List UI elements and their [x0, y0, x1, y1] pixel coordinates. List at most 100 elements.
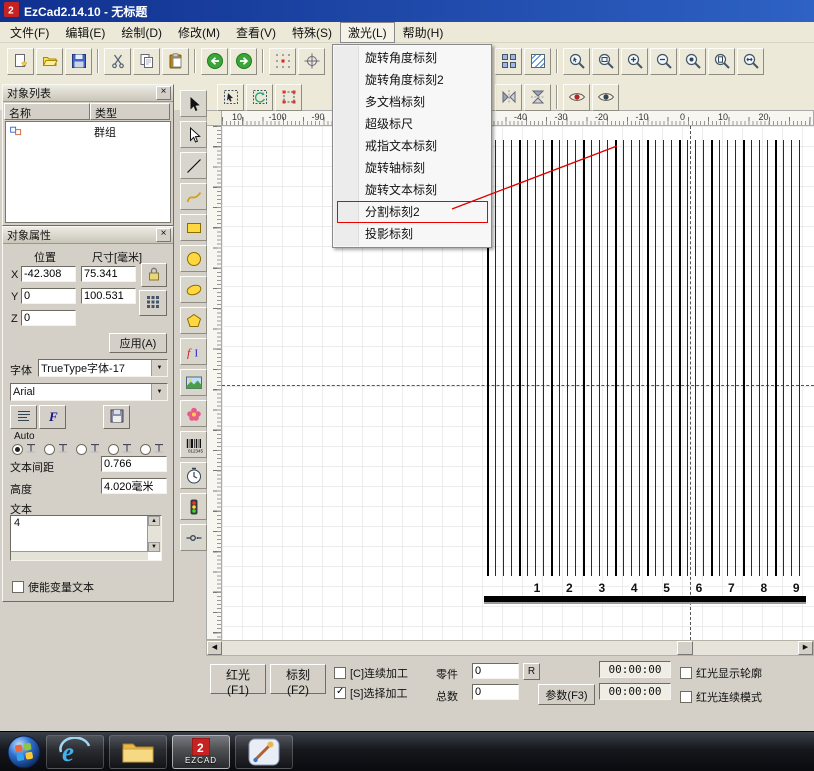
save-button[interactable] [65, 48, 92, 75]
barcode-tool-button[interactable]: 012345 [180, 431, 207, 458]
marquee-node-button[interactable] [275, 84, 302, 111]
ie-taskbar-button[interactable]: e [46, 735, 104, 769]
laser-menu-item-6[interactable]: 旋转轴标刻 [333, 157, 491, 179]
scroll-down-icon[interactable]: ▼ [148, 542, 160, 552]
text-vertical-scrollbar[interactable]: ▲▼ [147, 516, 161, 552]
hatch-button[interactable] [524, 48, 551, 75]
align-left-radio[interactable] [44, 444, 55, 455]
ezcad-taskbar-button[interactable]: 2 EZCAD [172, 735, 230, 769]
mirror-horizontal-button[interactable] [524, 84, 551, 111]
output-port-tool-button[interactable] [180, 493, 207, 520]
y-position-input[interactable] [21, 288, 76, 304]
node-edit-tool-button[interactable] [180, 121, 207, 148]
y-size-input[interactable] [81, 288, 136, 304]
explorer-taskbar-button[interactable] [109, 735, 167, 769]
bitmap-tool-button[interactable] [180, 369, 207, 396]
scroll-left-icon[interactable]: ◀ [207, 641, 222, 655]
save-default-button[interactable] [103, 405, 130, 429]
reset-count-button[interactable]: R [523, 663, 540, 680]
zoom-window-button[interactable] [592, 48, 619, 75]
menubar-item-3[interactable]: 绘制(D) [113, 22, 170, 43]
zoom-all-button[interactable] [737, 48, 764, 75]
vector-file-tool-button[interactable] [180, 400, 207, 427]
menubar-item-1[interactable]: 文件(F) [2, 22, 57, 43]
show-contour-checkbox[interactable] [680, 667, 692, 679]
char-space-input[interactable] [101, 456, 167, 472]
z-position-input[interactable] [21, 310, 76, 326]
preview-red-button[interactable] [563, 84, 590, 111]
mark-button[interactable]: 标刻(F2) [270, 664, 326, 694]
close-icon[interactable]: × [156, 228, 171, 242]
zoom-select-button[interactable] [563, 48, 590, 75]
font-name-select[interactable]: Arial ▼ [10, 383, 168, 401]
align-auto-radio[interactable] [12, 444, 23, 455]
menubar-item-6[interactable]: 特殊(S) [284, 22, 340, 43]
input-port-tool-button[interactable] [180, 524, 207, 551]
menubar-item-4[interactable]: 修改(M) [170, 22, 228, 43]
crosshair-button[interactable] [298, 48, 325, 75]
timer-tool-button[interactable] [180, 462, 207, 489]
zoom-page-button[interactable] [708, 48, 735, 75]
spline-tool-button[interactable] [180, 183, 207, 210]
marquee-select-button[interactable] [217, 84, 244, 111]
canvas-horizontal-scrollbar[interactable]: ◀ ▶ [206, 640, 814, 656]
work-canvas[interactable]: 123456789 [222, 126, 814, 640]
scroll-right-icon[interactable]: ▶ [798, 641, 813, 655]
font-type-select[interactable]: TrueType字体-17 ▼ [38, 359, 168, 377]
marquee-rotate-button[interactable] [246, 84, 273, 111]
back-button[interactable] [201, 48, 228, 75]
param-button[interactable]: 参数(F3) [538, 684, 595, 705]
column-header-type[interactable]: 类型 [90, 103, 170, 120]
ellipse-tool-button[interactable] [180, 276, 207, 303]
zoom-extents-button[interactable] [679, 48, 706, 75]
object-list-body[interactable]: 群组 [5, 121, 171, 223]
apply-button[interactable]: 应用(A) [109, 333, 167, 353]
mirror-vertical-button[interactable] [495, 84, 522, 111]
align-baseline-radio[interactable] [140, 444, 151, 455]
copy-button[interactable] [133, 48, 160, 75]
laser-menu-item-1[interactable]: 旋转角度标刻 [333, 47, 491, 69]
laser-menu-item-2[interactable]: 旋转角度标刻2 [333, 69, 491, 91]
start-button[interactable] [2, 733, 46, 771]
red-light-button[interactable]: 红光(F1) [210, 664, 266, 694]
laser-menu-item-3[interactable]: 多文档标刻 [333, 91, 491, 113]
paste-button[interactable] [162, 48, 189, 75]
forward-button[interactable] [230, 48, 257, 75]
align-right-radio[interactable] [108, 444, 119, 455]
polygon-tool-button[interactable] [180, 307, 207, 334]
text-horizontal-scrollbar[interactable] [11, 551, 148, 560]
scale-ruler-object[interactable]: 123456789 [487, 140, 805, 602]
zoom-out-button[interactable] [650, 48, 677, 75]
part-count-input[interactable] [472, 663, 519, 679]
open-button[interactable] [36, 48, 63, 75]
design-app-taskbar-button[interactable] [235, 735, 293, 769]
x-size-input[interactable] [81, 266, 136, 282]
text-tool-button[interactable]: fI [180, 338, 207, 365]
lock-aspect-button[interactable] [141, 263, 167, 287]
select-arrow-tool-button[interactable] [180, 90, 207, 117]
total-count-input[interactable] [472, 684, 519, 700]
zoom-in-button[interactable] [621, 48, 648, 75]
menubar-item-5[interactable]: 查看(V) [228, 22, 284, 43]
select-process-checkbox[interactable] [334, 687, 346, 699]
laser-menu-item-9[interactable]: 投影标刻 [333, 223, 491, 245]
font-select-button[interactable]: F [39, 405, 66, 429]
column-header-name[interactable]: 名称 [4, 103, 90, 120]
text-content-area[interactable]: 4 ▲▼ [10, 515, 162, 561]
menubar-item-2[interactable]: 编辑(E) [57, 22, 113, 43]
rectangle-tool-button[interactable] [180, 214, 207, 241]
scrollbar-thumb[interactable] [677, 641, 693, 655]
x-position-input[interactable] [21, 266, 76, 282]
preview-show-button[interactable] [592, 84, 619, 111]
menubar-item-7[interactable]: 激光(L) [340, 22, 395, 43]
height-input[interactable] [101, 478, 167, 494]
menubar-item-8[interactable]: 帮助(H) [395, 22, 452, 43]
cut-button[interactable] [104, 48, 131, 75]
line-tool-button[interactable] [180, 152, 207, 179]
chevron-down-icon[interactable]: ▼ [151, 384, 167, 400]
laser-menu-item-5[interactable]: 戒指文本标刻 [333, 135, 491, 157]
align-center-radio[interactable] [76, 444, 87, 455]
continuous-checkbox[interactable] [334, 667, 346, 679]
laser-menu-item-8[interactable]: 分割标刻2 [333, 201, 491, 223]
close-icon[interactable]: × [156, 86, 171, 100]
